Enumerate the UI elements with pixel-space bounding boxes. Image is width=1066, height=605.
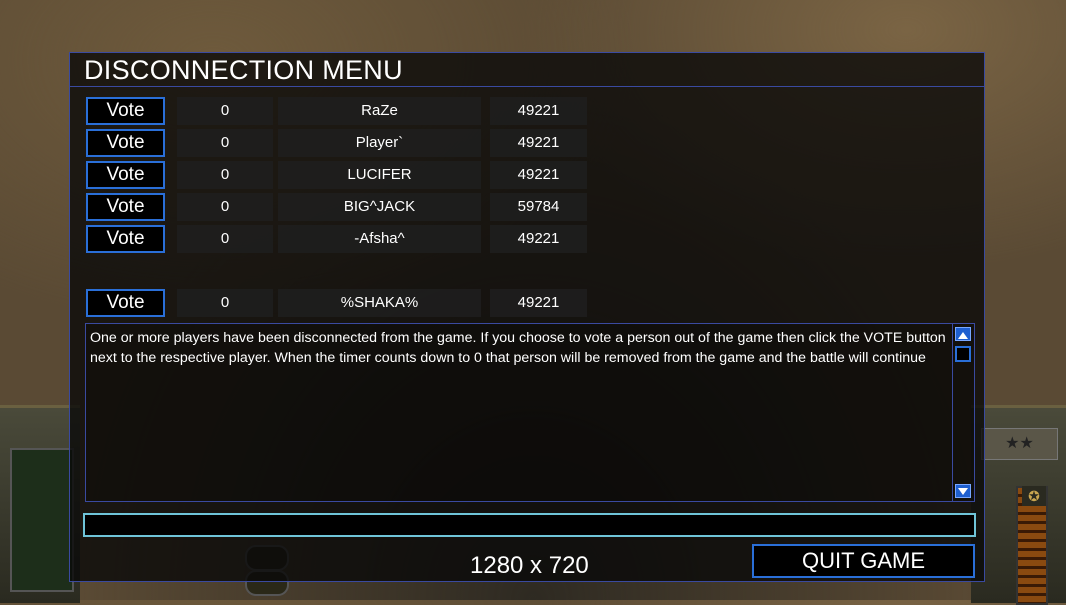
vote-count: 0 — [177, 193, 273, 221]
star-icon: ✪ — [1022, 486, 1046, 506]
vote-count: 0 — [177, 289, 273, 317]
disconnection-message: One or more players have been disconnect… — [90, 330, 946, 366]
chat-input[interactable] — [83, 513, 976, 537]
player-ping: 49221 — [490, 289, 587, 317]
vote-count: 0 — [177, 129, 273, 157]
hud-right-panel: ★★ ✪ — [971, 405, 1066, 605]
hud-left-panel — [0, 405, 80, 603]
scroll-thumb[interactable] — [955, 346, 971, 362]
vote-button[interactable]: Vote — [86, 289, 165, 317]
arrow-down-icon — [958, 488, 968, 495]
resolution-label: 1280 x 720 — [470, 552, 589, 579]
player-name: LUCIFER — [278, 161, 481, 189]
arrow-up-icon — [958, 332, 968, 339]
player-ping: 49221 — [490, 97, 587, 125]
vote-button[interactable]: Vote — [86, 225, 165, 253]
player-ping: 59784 — [490, 193, 587, 221]
title-divider — [70, 86, 984, 87]
player-ping: 49221 — [490, 161, 587, 189]
player-ping: 49221 — [490, 225, 587, 253]
player-ping: 49221 — [490, 129, 587, 157]
player-name: RaZe — [278, 97, 481, 125]
vote-button[interactable]: Vote — [86, 129, 165, 157]
dialog-title: DISCONNECTION MENU — [84, 55, 403, 85]
vote-button[interactable]: Vote — [86, 97, 165, 125]
message-scrollbar[interactable] — [952, 324, 974, 501]
player-name: BIG^JACK — [278, 193, 481, 221]
message-box: One or more players have been disconnect… — [85, 323, 975, 502]
vote-count: 0 — [177, 225, 273, 253]
vote-count: 0 — [177, 97, 273, 125]
vote-button[interactable]: Vote — [86, 193, 165, 221]
disconnection-dialog: DISCONNECTION MENU Vote 0 RaZe 49221 Vot… — [69, 52, 985, 582]
vote-count: 0 — [177, 161, 273, 189]
player-name: Player` — [278, 129, 481, 157]
scroll-down-button[interactable] — [955, 484, 971, 498]
quit-game-button[interactable]: QUIT GAME — [752, 544, 975, 578]
player-name: %SHAKA% — [278, 289, 481, 317]
vote-button[interactable]: Vote — [86, 161, 165, 189]
scroll-up-button[interactable] — [955, 327, 971, 341]
hud-minimap — [10, 448, 74, 592]
rank-badge: ★★ — [981, 428, 1058, 460]
player-name: -Afsha^ — [278, 225, 481, 253]
